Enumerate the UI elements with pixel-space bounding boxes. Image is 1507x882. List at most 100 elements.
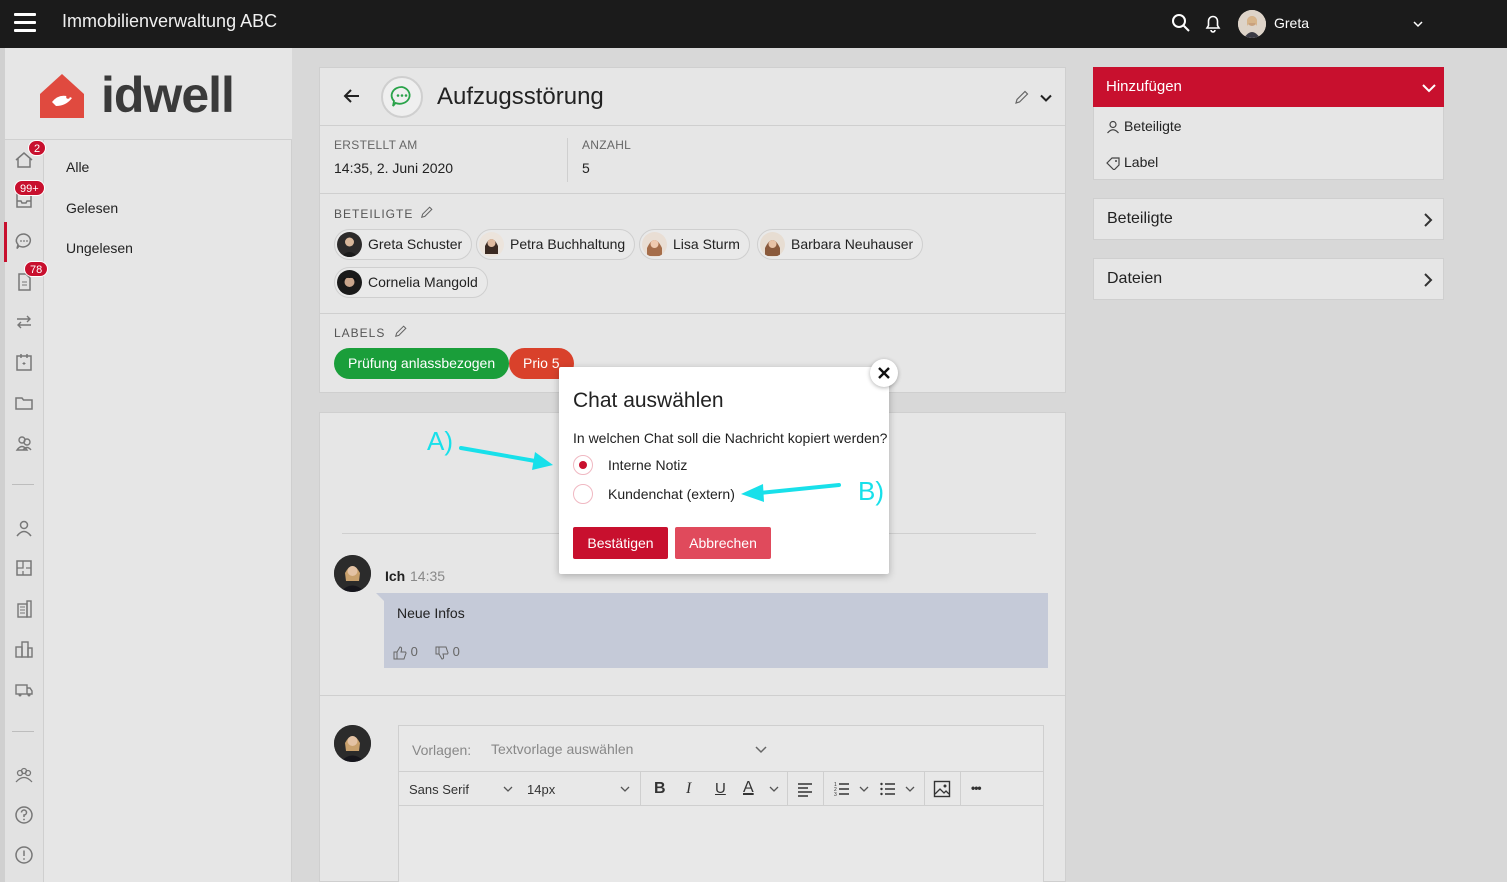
- chevron-down-icon[interactable]: [1038, 90, 1054, 106]
- participant-chip[interactable]: Barbara Neuhauser: [757, 229, 924, 260]
- rail-edge: [0, 48, 5, 882]
- underline-button[interactable]: U: [715, 780, 726, 797]
- building-icon[interactable]: [14, 599, 34, 619]
- participant-chip[interactable]: Cornelia Mangold: [334, 267, 488, 298]
- ordered-list-icon[interactable]: 123: [833, 780, 851, 798]
- inbox-badge: 99+: [14, 180, 45, 196]
- chevron-down-icon[interactable]: [855, 780, 873, 798]
- nav-item-alle[interactable]: Alle: [66, 159, 89, 175]
- transfer-icon[interactable]: [14, 312, 34, 332]
- participant-chip[interactable]: Lisa Sturm: [639, 229, 750, 260]
- logo-area: idwell: [5, 48, 292, 140]
- floorplan-icon[interactable]: [14, 558, 34, 578]
- toolbar-divider: [924, 772, 925, 806]
- bullet-list-icon[interactable]: [879, 780, 897, 798]
- pencil-icon[interactable]: [1014, 89, 1030, 105]
- person-icon[interactable]: [14, 518, 34, 538]
- bold-button[interactable]: B: [654, 780, 666, 798]
- message-time: 14:35: [410, 568, 446, 584]
- participant-name: Cornelia Mangold: [368, 274, 478, 290]
- truck-icon[interactable]: [14, 680, 34, 700]
- avatar: [334, 725, 371, 762]
- participant-name: Lisa Sturm: [673, 236, 740, 252]
- participants-box[interactable]: Beteiligte: [1093, 198, 1444, 240]
- app-title: Immobilienverwaltung ABC: [62, 11, 278, 31]
- chat-type-icon: [381, 76, 423, 118]
- participant-chip[interactable]: Greta Schuster: [334, 229, 473, 260]
- chevron-down-icon[interactable]: [499, 780, 517, 798]
- align-left-icon[interactable]: [796, 780, 814, 798]
- add-panel: Hinzufügen Beteiligte Label: [1093, 67, 1444, 180]
- close-icon[interactable]: [870, 359, 898, 387]
- participants-box-title: Beteiligte: [1107, 210, 1173, 227]
- dislike-button[interactable]: 0: [435, 644, 460, 660]
- created-value: 14:35, 2. Juni 2020: [334, 160, 454, 176]
- nav-item-ungelesen[interactable]: Ungelesen: [66, 240, 133, 256]
- more-button[interactable]: •••: [971, 781, 982, 795]
- label-pill[interactable]: Prüfung anlassbezogen: [334, 348, 510, 379]
- annotation-arrow-b: [741, 483, 841, 502]
- option-label: Interne Notiz: [608, 457, 688, 473]
- ticket-card: Aufzugsstörung ERSTELLT AM 14:35, 2. Jun…: [319, 67, 1066, 393]
- add-label-item[interactable]: Label: [1106, 154, 1159, 171]
- chevron-down-icon[interactable]: [901, 780, 919, 798]
- chevron-right-icon: [1420, 212, 1436, 228]
- edit-labels-icon[interactable]: [394, 324, 408, 338]
- divider: [320, 313, 1065, 314]
- folder-icon[interactable]: [14, 393, 34, 413]
- template-row: Vorlagen: Textvorlage auswählen: [399, 726, 1043, 772]
- font-select[interactable]: Sans Serif: [409, 782, 469, 797]
- buildings-icon[interactable]: [14, 639, 34, 659]
- chevron-down-icon[interactable]: [765, 780, 783, 798]
- cancel-button[interactable]: Abbrechen: [675, 527, 771, 559]
- home-badge: 2: [28, 140, 47, 156]
- user-name[interactable]: Greta: [1274, 15, 1309, 31]
- ticket-header: Aufzugsstörung: [320, 68, 1065, 126]
- tag-icon: [1106, 157, 1120, 171]
- menu-icon[interactable]: [14, 13, 36, 33]
- add-label-label: Label: [1124, 154, 1159, 170]
- files-box[interactable]: Dateien: [1093, 258, 1444, 300]
- bell-icon[interactable]: [1203, 13, 1223, 33]
- image-icon[interactable]: [933, 780, 951, 798]
- chevron-down-icon[interactable]: [616, 780, 634, 798]
- nav-item-gelesen[interactable]: Gelesen: [66, 200, 118, 216]
- edit-participants-icon[interactable]: [420, 205, 434, 219]
- chevron-down-icon[interactable]: [1412, 18, 1424, 30]
- radio-unchecked[interactable]: [573, 484, 593, 504]
- toolbar-divider: [787, 772, 788, 806]
- dislike-count: 0: [452, 644, 460, 659]
- message-bubble: Neue Infos 0 0: [384, 593, 1048, 668]
- like-button[interactable]: 0: [393, 644, 418, 660]
- avatar: [337, 232, 362, 257]
- confirm-button[interactable]: Bestätigen: [573, 527, 668, 559]
- text-color-button[interactable]: A: [743, 779, 754, 797]
- toolbar-divider: [960, 772, 961, 806]
- template-select[interactable]: Textvorlage auswählen: [491, 741, 633, 757]
- files-box-title: Dateien: [1107, 270, 1163, 287]
- chat-icon[interactable]: [14, 231, 34, 251]
- add-panel-header[interactable]: Hinzufügen: [1093, 67, 1444, 107]
- chevron-down-icon[interactable]: [1421, 80, 1437, 96]
- count-label: ANZAHL: [582, 138, 632, 152]
- info-icon[interactable]: [14, 845, 34, 865]
- participant-chip[interactable]: Petra Buchhaltung: [476, 229, 636, 260]
- search-icon[interactable]: [1171, 13, 1191, 33]
- option-label: Kundenchat (extern): [608, 486, 735, 502]
- radio-checked[interactable]: [573, 455, 593, 475]
- group-icon[interactable]: [14, 433, 34, 453]
- calendar-icon[interactable]: [14, 352, 34, 372]
- annotation-a: A): [427, 426, 453, 456]
- add-participant-item[interactable]: Beteiligte: [1106, 118, 1182, 134]
- chevron-down-icon[interactable]: [752, 740, 770, 758]
- help-icon[interactable]: [14, 805, 34, 825]
- annotation-b: B): [858, 476, 884, 506]
- team-icon[interactable]: [14, 765, 34, 785]
- italic-button[interactable]: I: [686, 780, 691, 798]
- participants-label: BETEILIGTE: [334, 207, 414, 221]
- participant-name: Barbara Neuhauser: [791, 236, 914, 252]
- back-arrow-icon[interactable]: [342, 86, 362, 106]
- user-avatar[interactable]: [1238, 10, 1266, 38]
- message-text: Neue Infos: [397, 605, 465, 621]
- size-select[interactable]: 14px: [527, 782, 555, 797]
